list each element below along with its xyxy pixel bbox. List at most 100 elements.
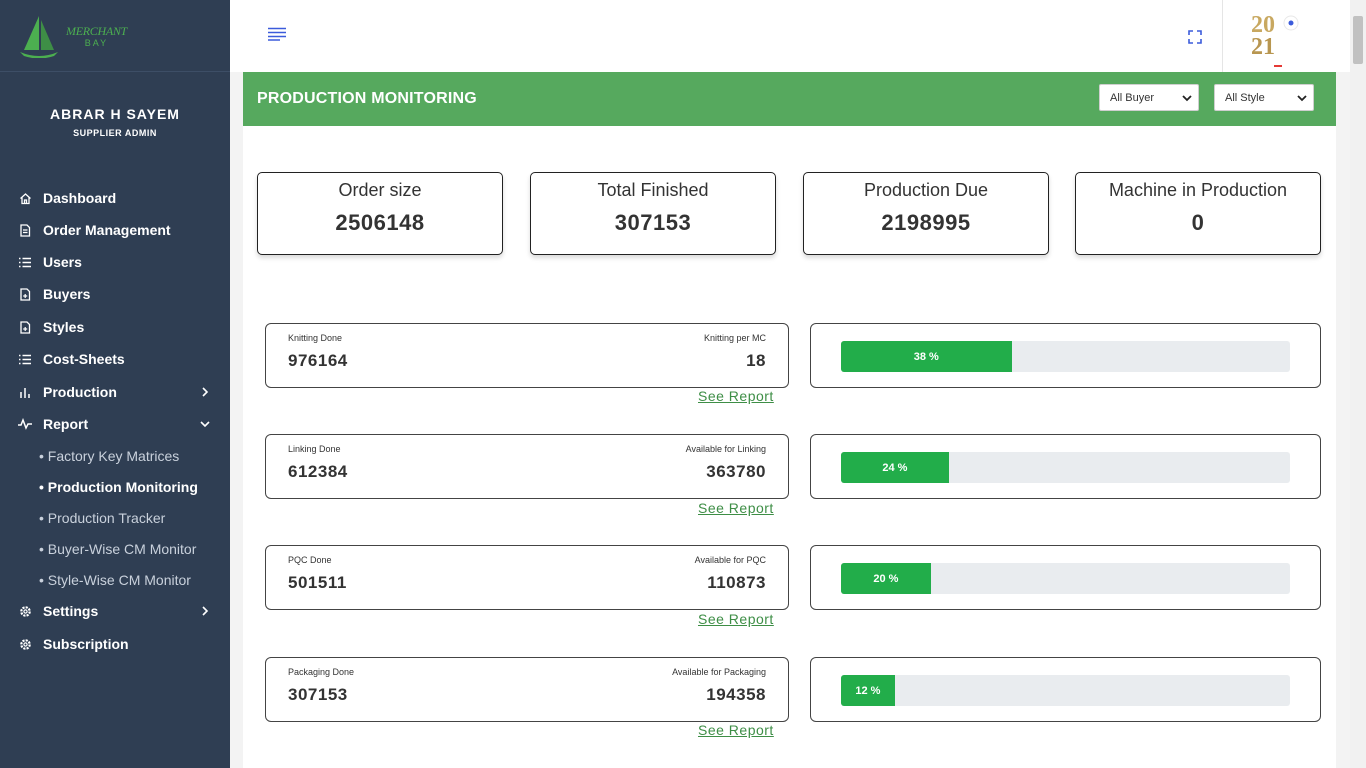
nav-label: Subscription — [43, 636, 129, 652]
page-title: PRODUCTION MONITORING — [257, 90, 477, 107]
nav-label: Dashboard — [43, 190, 117, 206]
nav-label: Buyers — [43, 286, 91, 302]
progress-bar: 20 % — [841, 563, 931, 594]
list-icon — [18, 255, 32, 269]
stage-card-pqc: PQC Done 501511 Available for PQC 110873 — [265, 545, 789, 610]
nav-label: Report — [43, 416, 89, 432]
year-2021-avatar-icon: 20 21 — [1251, 12, 1299, 67]
panel-header: PRODUCTION MONITORING All Buyer All Styl… — [243, 72, 1336, 126]
svg-text:21: 21 — [1251, 34, 1275, 60]
stage-done-value: 976164 — [288, 351, 348, 370]
file-icon — [18, 320, 32, 334]
nav-label: Order Management — [43, 222, 171, 238]
nav-item-cost-sheets[interactable]: Cost-Sheets — [0, 344, 230, 374]
home-icon — [18, 191, 32, 205]
sidebar: MERCHANT BAY ABRAR H SAYEM SUPPLIER ADMI… — [0, 0, 230, 768]
bar-chart-icon — [18, 385, 32, 399]
activity-icon — [18, 417, 32, 431]
nav-label: Cost-Sheets — [43, 351, 125, 367]
stage-available-value: 194358 — [706, 685, 766, 704]
sub-item-production-monitoring[interactable]: • Production Monitoring — [39, 479, 198, 495]
chevron-down-icon — [200, 421, 210, 428]
chevron-down-icon — [1297, 95, 1307, 102]
progress-card-knitting: 38 % — [810, 323, 1321, 388]
stat-order-size: Order size 2506148 — [257, 172, 503, 255]
nav-item-report[interactable]: Report — [0, 409, 230, 439]
progress-track: 38 % — [841, 341, 1290, 372]
stat-total-finished: Total Finished 307153 — [530, 172, 776, 255]
stage-done-value: 612384 — [288, 462, 348, 481]
avatar[interactable]: 20 21 — [1222, 0, 1350, 72]
gear-icon — [18, 604, 32, 618]
stage-available-value: 110873 — [707, 573, 766, 592]
nav-item-buyers[interactable]: Buyers — [0, 279, 230, 309]
see-report-link[interactable]: See Report — [698, 611, 774, 627]
stat-label: Total Finished — [597, 180, 709, 200]
nav-item-dashboard[interactable]: Dashboard — [0, 183, 230, 213]
stage-done-value: 307153 — [288, 685, 348, 704]
stat-machine-in-production: Machine in Production 0 — [1075, 172, 1321, 255]
sub-item-buyer-wise-cm-monitor[interactable]: • Buyer-Wise CM Monitor — [39, 541, 196, 557]
stat-value: 2506148 — [335, 210, 425, 235]
gear-icon — [18, 637, 32, 651]
progress-bar: 38 % — [841, 341, 1012, 372]
buyer-select[interactable]: All Buyer — [1099, 84, 1199, 111]
stat-label: Order size — [338, 180, 422, 200]
progress-track: 12 % — [841, 675, 1290, 706]
stage-card-knitting: Knitting Done 976164 Knitting per MC 18 — [265, 323, 789, 388]
scrollbar-thumb[interactable] — [1353, 16, 1363, 64]
nav-label: Production — [43, 384, 117, 400]
progress-card-pqc: 20 % — [810, 545, 1321, 610]
sub-item-production-tracker[interactable]: • Production Tracker — [39, 510, 165, 526]
user-name: ABRAR H SAYEM — [50, 106, 180, 122]
user-profile: ABRAR H SAYEM SUPPLIER ADMIN — [0, 72, 230, 190]
see-report-link[interactable]: See Report — [698, 388, 774, 404]
fullscreen-icon[interactable] — [1188, 30, 1202, 44]
nav-item-order-management[interactable]: Order Management — [0, 215, 230, 245]
nav-item-production[interactable]: Production — [0, 377, 230, 407]
production-monitoring-panel: PRODUCTION MONITORING All Buyer All Styl… — [243, 72, 1336, 768]
sub-item-style-wise-cm-monitor[interactable]: • Style-Wise CM Monitor — [39, 572, 191, 588]
nav-item-users[interactable]: Users — [0, 247, 230, 277]
progress-card-linking: 24 % — [810, 434, 1321, 499]
brand-subname: BAY — [84, 37, 109, 48]
nav-label: Settings — [43, 603, 99, 619]
see-report-link[interactable]: See Report — [698, 722, 774, 738]
list-icon — [18, 352, 32, 366]
stat-value: 307153 — [614, 210, 692, 235]
nav-label: Users — [43, 254, 82, 270]
nav-item-styles[interactable]: Styles — [0, 312, 230, 342]
progress-track: 20 % — [841, 563, 1290, 594]
progress-track: 24 % — [841, 452, 1290, 483]
stage-done-label: Knitting Done — [288, 333, 343, 343]
stage-done-label: Linking Done — [288, 444, 341, 454]
user-role: SUPPLIER ADMIN — [73, 128, 157, 138]
brand-name: MERCHANT — [66, 23, 127, 38]
stage-available-value: 18 — [746, 351, 766, 370]
stage-available-label: Available for PQC — [694, 555, 766, 565]
brand-logo[interactable]: MERCHANT BAY — [0, 0, 230, 72]
nav-item-subscription[interactable]: Subscription — [0, 629, 230, 659]
scrollbar[interactable] — [1350, 0, 1366, 768]
menu-toggle-icon[interactable] — [268, 27, 286, 41]
stage-available-label: Knitting per MC — [703, 333, 766, 343]
nav-label: Styles — [43, 319, 85, 335]
stat-label: Production Due — [863, 180, 989, 200]
stage-done-value: 501511 — [288, 573, 347, 592]
see-report-link[interactable]: See Report — [698, 500, 774, 516]
file-icon — [18, 287, 32, 301]
stat-value: 0 — [1191, 210, 1205, 235]
sub-item-factory-key-matrices[interactable]: • Factory Key Matrices — [39, 448, 179, 464]
stat-value: 2198995 — [881, 210, 971, 235]
document-icon — [18, 223, 32, 237]
stage-done-label: PQC Done — [288, 555, 332, 565]
chevron-right-icon — [202, 606, 209, 616]
style-select-value: All Style — [1225, 91, 1265, 104]
style-select[interactable]: All Style — [1214, 84, 1314, 111]
nav-item-settings[interactable]: Settings — [0, 596, 230, 626]
progress-bar: 12 % — [841, 675, 895, 706]
chevron-right-icon — [202, 387, 209, 397]
buyer-select-value: All Buyer — [1110, 91, 1155, 104]
stat-label: Machine in Production — [1108, 180, 1288, 200]
stage-card-linking: Linking Done 612384 Available for Linkin… — [265, 434, 789, 499]
